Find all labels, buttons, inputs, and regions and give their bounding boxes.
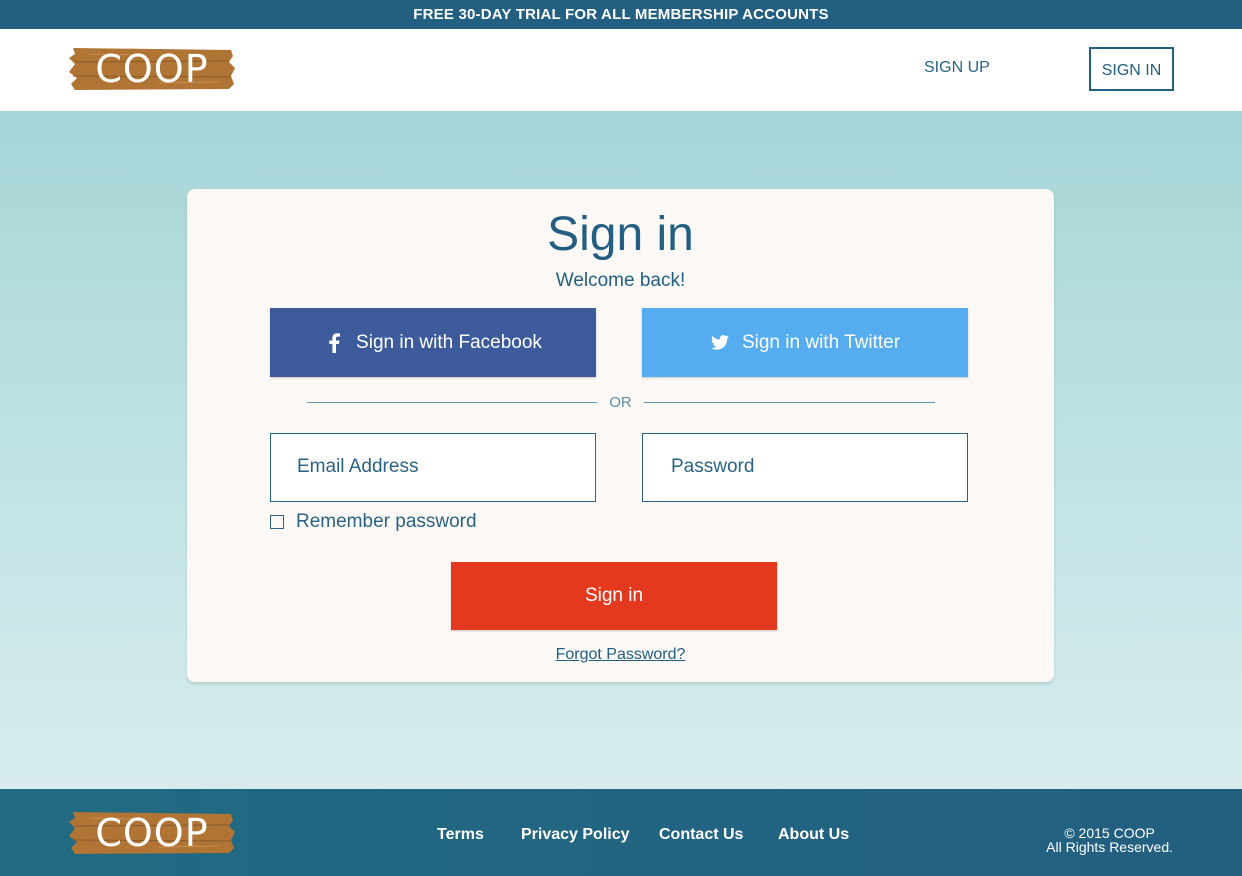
page-title: Sign in: [547, 208, 694, 261]
hero-section: Sign in Welcome back! Sign in with Faceb…: [0, 111, 1242, 789]
footer-link-contact[interactable]: Contact Us: [659, 826, 743, 844]
signin-button[interactable]: Sign in: [451, 562, 777, 630]
site-footer: COOP Terms Privacy Policy Contact Us Abo…: [0, 789, 1242, 876]
divider-line-right: [644, 402, 935, 403]
coop-logo[interactable]: COOP: [69, 48, 235, 90]
email-field[interactable]: Email Address: [270, 433, 596, 502]
remember-password-label: Remember password: [296, 511, 477, 532]
footer-link-terms[interactable]: Terms: [437, 826, 484, 844]
facebook-icon: [324, 332, 344, 353]
footer-link-privacy[interactable]: Privacy Policy: [521, 826, 630, 844]
footer-coop-logo[interactable]: COOP: [69, 812, 235, 854]
remember-password-checkbox[interactable]: [270, 515, 284, 529]
signin-card: Sign in Welcome back! Sign in with Faceb…: [187, 189, 1054, 682]
promo-banner: FREE 30-DAY TRIAL FOR ALL MEMBERSHIP ACC…: [0, 0, 1242, 29]
facebook-signin-label: Sign in with Facebook: [356, 331, 542, 353]
divider-line-left: [307, 402, 597, 403]
footer-link-about[interactable]: About Us: [778, 826, 849, 844]
nav-signup-link[interactable]: SIGN UP: [924, 59, 990, 77]
copyright-line-2: All Rights Reserved.: [1046, 839, 1173, 855]
twitter-icon: [710, 333, 730, 353]
site-header: COOP SIGN UP SIGN IN: [0, 29, 1242, 111]
facebook-signin-button[interactable]: Sign in with Facebook: [270, 308, 596, 377]
copyright: © 2015 COOP All Rights Reserved.: [1046, 826, 1173, 854]
twitter-signin-label: Sign in with Twitter: [741, 331, 901, 353]
logo-text: COOP: [95, 47, 209, 91]
forgot-password-link[interactable]: Forgot Password?: [187, 646, 1054, 664]
footer-logo-text: COOP: [95, 811, 209, 855]
or-divider: OR: [609, 394, 632, 411]
promo-text: FREE 30-DAY TRIAL FOR ALL MEMBERSHIP ACC…: [413, 6, 829, 23]
twitter-signin-button[interactable]: Sign in with Twitter: [642, 308, 968, 377]
remember-password-row[interactable]: Remember password: [270, 511, 477, 533]
nav-signin-button[interactable]: SIGN IN: [1089, 47, 1174, 91]
welcome-text: Welcome back!: [555, 270, 686, 291]
password-field[interactable]: Password: [642, 433, 968, 502]
copyright-line-1: © 2015 COOP: [1064, 825, 1155, 841]
